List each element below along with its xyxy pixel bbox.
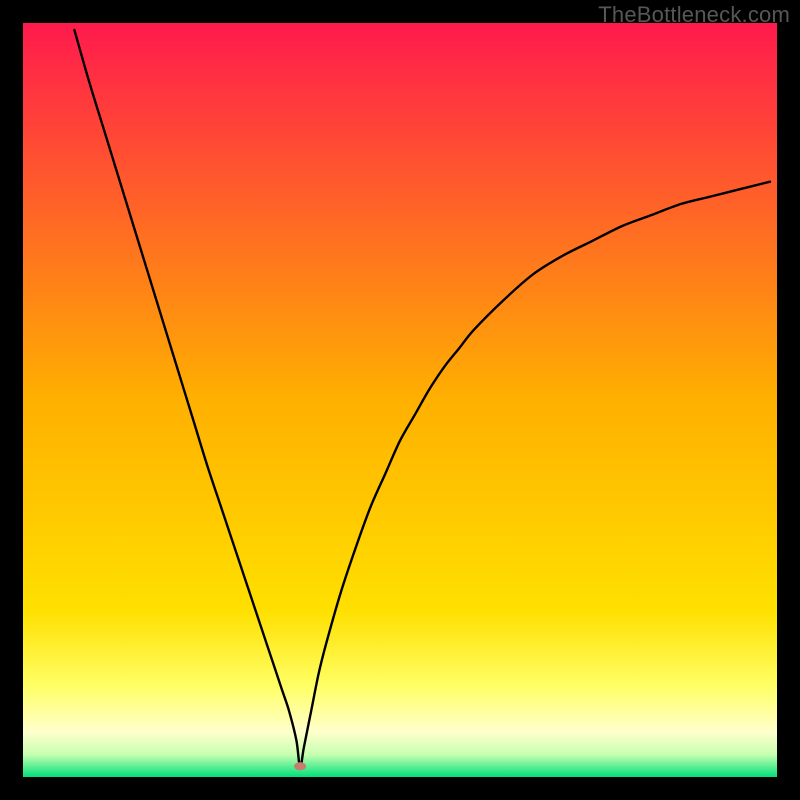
bottleneck-chart: [0, 0, 800, 800]
optimal-point-marker: [294, 762, 306, 770]
chart-background-gradient: [23, 23, 777, 777]
chart-container: TheBottleneck.com: [0, 0, 800, 800]
watermark-text: TheBottleneck.com: [598, 2, 790, 28]
